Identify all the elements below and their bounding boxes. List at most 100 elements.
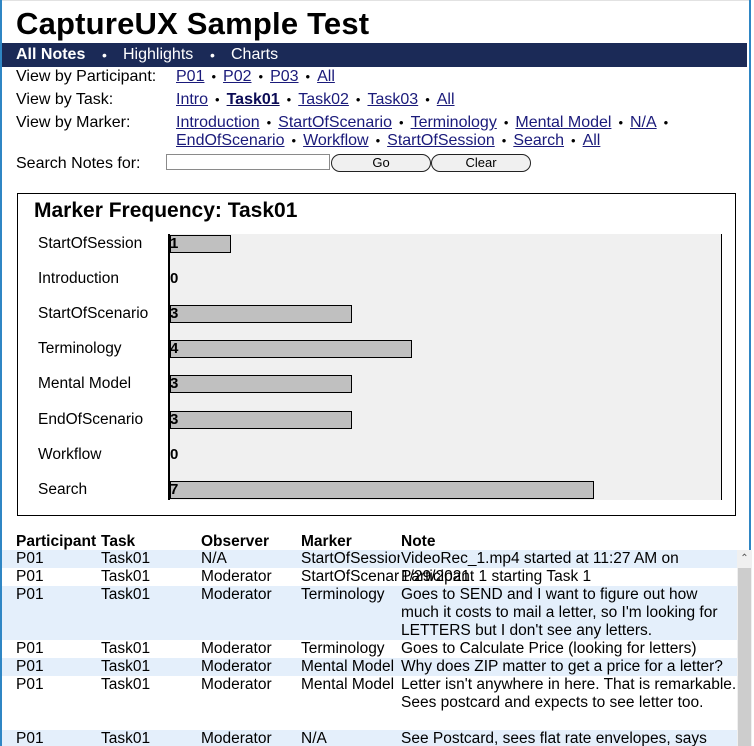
bar — [170, 340, 413, 359]
marker-cell: StartOfScenario — [301, 568, 400, 585]
task-link-task01[interactable]: Task01 — [227, 91, 280, 108]
participant-cell: P01 — [16, 586, 44, 603]
marker-link-startofsession[interactable]: StartOfSession — [387, 132, 495, 149]
task-cell: Task01 — [101, 676, 151, 693]
table-scrollbar[interactable]: ⌃ — [737, 550, 752, 746]
category-label: Workflow — [38, 445, 102, 463]
task-links: Intro • Task01 • Task02 • Task03 • All — [176, 91, 751, 109]
bar-value-label: 0 — [170, 445, 179, 463]
task-cell: Task01 — [101, 550, 151, 567]
observer-cell: Moderator — [201, 730, 272, 746]
bar-value-label: 7 — [170, 480, 179, 498]
clear-button[interactable]: Clear — [431, 154, 531, 172]
link-separator: • — [375, 133, 381, 148]
link-separator: • — [501, 133, 507, 148]
participant-cell: P01 — [16, 730, 44, 746]
observer-cell: N/A — [201, 550, 227, 567]
bar — [170, 235, 231, 253]
link-separator: • — [266, 115, 272, 130]
note-cell: See Postcard, sees flat rate envelopes, … — [401, 730, 707, 746]
link-separator: • — [258, 69, 264, 84]
task-link-task03[interactable]: Task03 — [367, 91, 418, 108]
nav-separator: • — [102, 47, 107, 63]
nav-all-notes[interactable]: All Notes — [16, 43, 85, 67]
task-cell: Task01 — [101, 568, 151, 585]
link-separator: • — [215, 92, 220, 107]
participant-cell: P01 — [16, 550, 44, 567]
link-separator: • — [571, 133, 576, 148]
nav-highlights[interactable]: Highlights — [123, 43, 193, 67]
marker-link-introduction[interactable]: Introduction — [176, 114, 260, 131]
marker-cell: Mental Model — [301, 676, 395, 693]
header-note[interactable]: Note — [401, 533, 435, 550]
observer-cell: Moderator — [201, 676, 272, 693]
marker-cell: Terminology — [301, 640, 385, 657]
bar-value-label: 3 — [170, 410, 179, 428]
filter-task-label: View by Task: — [16, 91, 114, 108]
link-separator: • — [211, 69, 217, 84]
header-participant[interactable]: Participant — [16, 533, 96, 550]
link-separator: • — [663, 115, 669, 130]
link-separator: • — [425, 92, 430, 107]
header-observer[interactable]: Observer — [201, 533, 269, 550]
nav-charts[interactable]: Charts — [231, 43, 278, 67]
table-row[interactable]: P01 Task01 Moderator Terminology Goes to SEN… — [2, 586, 737, 640]
note-cell: Letter isn't anywhere in here. That is r… — [401, 676, 737, 711]
search-input[interactable] — [166, 154, 330, 170]
header-task[interactable]: Task — [101, 533, 135, 550]
link-separator: • — [355, 92, 361, 107]
marker-links: Introduction • StartOfScenario • Terminology… — [176, 114, 751, 150]
note-cell: Goes to SEND and I want to figure out ho… — [401, 586, 718, 639]
table-row[interactable]: P01 Task01 N/A StartOfSession VideoRec_1.mp4… — [2, 550, 737, 585]
marker-link-search[interactable]: Search — [513, 132, 564, 149]
task-cell: Task01 — [101, 658, 151, 675]
table-row[interactable]: P01 Task01 Moderator Mental Model Why does Z… — [2, 658, 737, 676]
participant-links: P01 • P02 • P03 • All — [176, 68, 751, 86]
marker-link-endofscenario[interactable]: EndOfScenario — [176, 132, 285, 149]
bar-value-label: 3 — [170, 305, 179, 323]
scroll-thumb[interactable] — [738, 568, 751, 746]
note-cell: Goes to Calculate Price (looking for let… — [401, 640, 697, 657]
category-label: Terminology — [38, 340, 122, 358]
observer-cell: Moderator — [201, 658, 272, 675]
note-cell: Why does ZIP matter to get a price for a… — [401, 658, 723, 675]
table-row[interactable]: P01 Task01 Moderator Terminology Goes to Cal… — [2, 640, 737, 658]
go-button[interactable]: Go — [331, 154, 431, 172]
table-row[interactable]: P01 Task01 Moderator StartOfScenarioPartici… — [2, 568, 737, 586]
table-row[interactable]: P01 Task01 Moderator Mental Model Letter isn… — [2, 676, 737, 730]
participant-cell: P01 — [16, 640, 44, 657]
marker-link-mental-model[interactable]: Mental Model — [515, 114, 611, 131]
scroll-up-icon[interactable]: ⌃ — [737, 550, 752, 567]
participant-link-all[interactable]: All — [317, 68, 335, 85]
marker-link-workflow[interactable]: Workflow — [303, 132, 369, 149]
category-label: EndOfScenario — [38, 410, 144, 428]
category-label: StartOfSession — [38, 235, 143, 252]
category-label: Mental Model — [38, 375, 132, 393]
participant-cell: P01 — [16, 676, 44, 693]
task-link-all[interactable]: All — [437, 91, 455, 108]
marker-link-na[interactable]: N/A — [630, 114, 657, 131]
nav-bar: All Notes • Highlights • Charts — [2, 43, 747, 67]
participant-cell: P01 — [16, 658, 44, 675]
page-title: CaptureUX Sample Test — [16, 6, 370, 41]
task-link-task02[interactable]: Task02 — [298, 91, 349, 108]
table-row[interactable]: P01 Task01 Moderator N/A See Postcard, sees … — [2, 730, 737, 746]
marker-cell: Terminology — [301, 586, 385, 603]
link-separator: • — [291, 133, 297, 148]
marker-cell: StartOfSession — [301, 550, 400, 567]
marker-link-terminology[interactable]: Terminology — [411, 114, 497, 131]
participant-link-p03[interactable]: P03 — [270, 68, 298, 85]
chart-title: Marker Frequency: Task01 — [34, 199, 298, 222]
marker-link-startofscenario[interactable]: StartOfScenario — [278, 114, 392, 131]
marker-link-all[interactable]: All — [583, 132, 601, 149]
search-label: Search Notes for: — [16, 155, 141, 172]
task-cell: Task01 — [101, 586, 151, 603]
task-link-intro[interactable]: Intro — [176, 91, 208, 108]
bar — [170, 410, 352, 429]
filter-marker-label: View by Marker: — [16, 114, 131, 131]
participant-cell: P01 — [16, 568, 44, 585]
participant-link-p02[interactable]: P02 — [223, 68, 251, 85]
participant-link-p01[interactable]: P01 — [176, 68, 204, 85]
category-label: Search — [38, 480, 88, 498]
header-marker[interactable]: Marker — [301, 533, 352, 550]
